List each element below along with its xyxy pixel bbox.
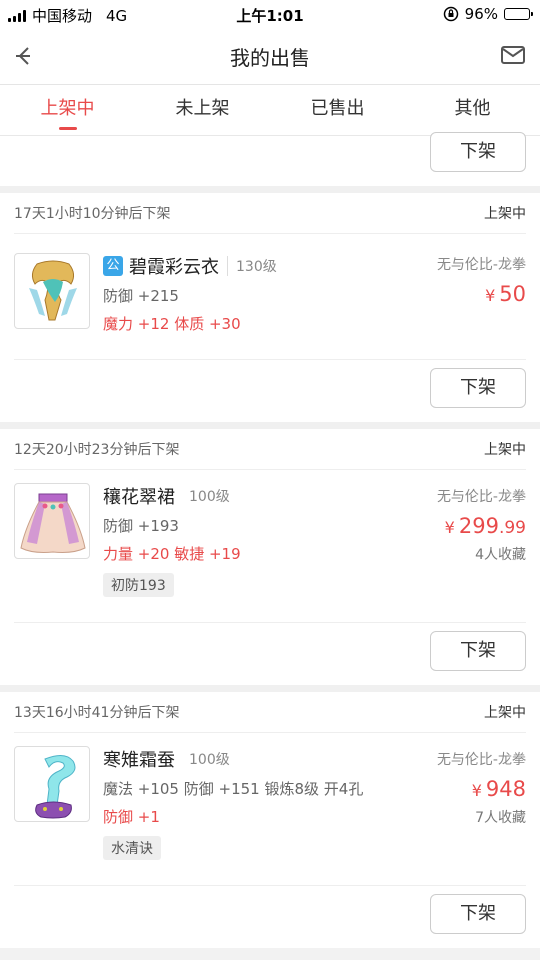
tab-bar: 上架中 未上架 已售出 其他 (0, 85, 540, 136)
item-base-attr: 防御 +193 (103, 517, 179, 535)
item-level: 130级 (227, 256, 277, 276)
listing-card[interactable]: 12天20小时23分钟后下架 上架中 穰花翠裙 100级 防御 +193 力量 … (0, 429, 540, 685)
item-image (14, 253, 90, 329)
listing-status: 上架中 (484, 206, 526, 222)
favorites-count: 4人收藏 (475, 547, 526, 563)
delist-button[interactable]: 下架 (430, 132, 526, 172)
status-bar: 中国移动 4G 上午1:01 96% (0, 0, 540, 30)
nav-bar: 我的出售 (0, 30, 540, 85)
item-image (14, 483, 90, 559)
partial-listing-footer: 下架 (0, 132, 540, 186)
tab-label: 上架中 (40, 98, 95, 119)
tab-3[interactable]: 其他 (405, 85, 540, 135)
tab-label: 未上架 (175, 98, 230, 119)
item-name: 穰花翠裙 (103, 487, 175, 508)
delist-button[interactable]: 下架 (430, 631, 526, 671)
server-name: 无与伦比-龙拳 (436, 257, 526, 273)
listing-header: 12天20小时23分钟后下架 上架中 (14, 429, 526, 470)
item-name: 碧霞彩云衣 (129, 257, 219, 278)
listing-status: 上架中 (484, 442, 526, 458)
listing-list: 下架 17天1小时10分钟后下架 上架中 公 碧霞彩云衣 130级 防御 +21… (0, 132, 540, 948)
tab-2[interactable]: 已售出 (270, 85, 405, 135)
battery-icon (504, 8, 533, 20)
item-bonus-attr: 防御 +1 (103, 808, 160, 826)
item-tag: 水清诀 (103, 836, 161, 860)
listing-card[interactable]: 17天1小时10分钟后下架 上架中 公 碧霞彩云衣 130级 防御 +215 魔… (0, 193, 540, 422)
mail-icon[interactable] (500, 42, 526, 68)
item-tag: 初防193 (103, 573, 174, 597)
tab-0[interactable]: 上架中 (0, 85, 135, 135)
item-image (14, 746, 90, 822)
listing-status: 上架中 (484, 705, 526, 721)
delist-button[interactable]: 下架 (430, 894, 526, 934)
price: ¥299.99 (444, 514, 526, 538)
item-level: 100级 (189, 752, 230, 768)
remaining-time: 12天20小时23分钟后下架 (14, 442, 180, 458)
item-base-attr: 防御 +215 (103, 287, 179, 305)
listing-header: 13天16小时41分钟后下架 上架中 (14, 692, 526, 733)
item-bonus-attr: 魔力 +12 体质 +30 (103, 315, 241, 333)
orientation-lock-icon (443, 6, 458, 22)
tab-label: 已售出 (310, 98, 365, 119)
item-bonus-attr: 力量 +20 敏捷 +19 (103, 545, 241, 563)
server-name: 无与伦比-龙拳 (436, 489, 526, 505)
public-badge: 公 (103, 256, 123, 276)
remaining-time: 17天1小时10分钟后下架 (14, 206, 171, 222)
item-level: 100级 (189, 489, 230, 505)
tab-1[interactable]: 未上架 (135, 85, 270, 135)
price: ¥948 (471, 777, 526, 801)
server-name: 无与伦比-龙拳 (436, 752, 526, 768)
tab-label: 其他 (454, 98, 491, 119)
remaining-time: 13天16小时41分钟后下架 (14, 705, 180, 721)
favorites-count: 7人收藏 (475, 810, 526, 826)
active-tab-indicator (58, 127, 77, 130)
listing-card[interactable]: 13天16小时41分钟后下架 上架中 寒雉霜蚕 100级 魔法 +105 防御 … (0, 692, 540, 948)
battery-percent: 96% (464, 5, 498, 23)
page-title: 我的出售 (230, 46, 310, 70)
item-base-attr: 魔法 +105 防御 +151 锻炼8级 开4孔 (103, 780, 364, 798)
delist-button[interactable]: 下架 (430, 368, 526, 408)
price: ¥50 (485, 282, 526, 306)
item-name: 寒雉霜蚕 (103, 750, 175, 771)
listing-header: 17天1小时10分钟后下架 上架中 (14, 193, 526, 234)
